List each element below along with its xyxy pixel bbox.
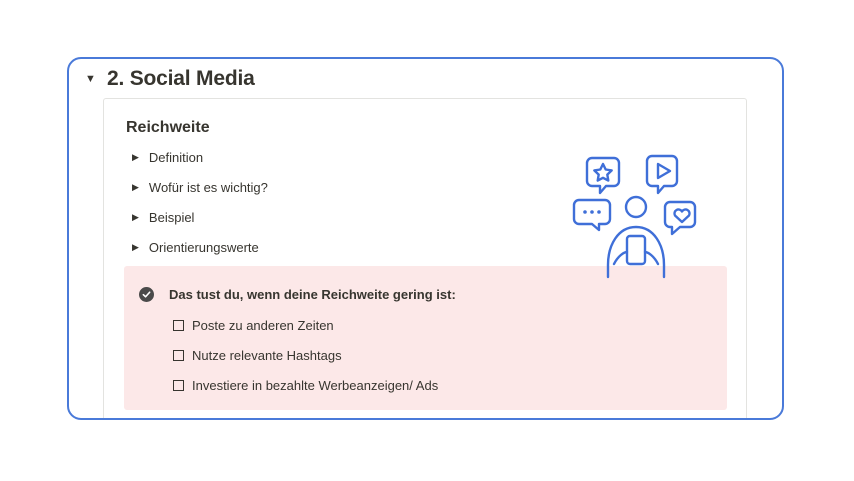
check-circle-icon <box>139 287 154 302</box>
toggle-right-icon[interactable]: ▶ <box>132 182 139 193</box>
todo-item[interactable]: Investiere in bezahlte Werbeanzeigen/ Ad… <box>173 378 438 393</box>
toggle-right-icon[interactable]: ▶ <box>132 152 139 163</box>
toggle-label: Wofür ist es wichtig? <box>148 180 268 195</box>
toggle-right-icon[interactable]: ▶ <box>132 212 139 223</box>
toggle-right-icon[interactable]: ▶ <box>132 242 139 253</box>
toggle-beispiel[interactable]: ▶ Beispiel <box>132 210 194 225</box>
section-title: 2. Social Media <box>107 67 255 90</box>
toggle-orientierungswerte[interactable]: ▶ Orientierungswerte <box>132 240 259 255</box>
todo-item[interactable]: Nutze relevante Hashtags <box>173 348 342 363</box>
todo-label: Nutze relevante Hashtags <box>192 348 342 363</box>
checkbox[interactable] <box>173 350 184 361</box>
toggle-label: Definition <box>148 150 204 165</box>
toggle-wofuer[interactable]: ▶ Wofür ist es wichtig? <box>132 180 268 195</box>
card-heading: Reichweite <box>126 119 210 136</box>
callout-title: Das tust du, wenn deine Reichweite gerin… <box>169 287 456 302</box>
todo-item[interactable]: Poste zu anderen Zeiten <box>173 318 334 333</box>
toggle-label: Beispiel <box>148 210 195 225</box>
toggle-caret-icon[interactable]: ▼ <box>85 73 97 85</box>
callout-box: Das tust du, wenn deine Reichweite gerin… <box>124 266 727 410</box>
section-toggle-header[interactable]: ▼ 2. Social Media <box>85 67 255 91</box>
checkbox[interactable] <box>173 380 184 391</box>
todo-label: Poste zu anderen Zeiten <box>192 318 334 333</box>
checkbox[interactable] <box>173 320 184 331</box>
toggle-definition[interactable]: ▶ Definition <box>132 150 203 165</box>
toggle-label: Orientierungswerte <box>148 240 259 255</box>
social-media-user-icon <box>572 154 697 279</box>
todo-label: Investiere in bezahlte Werbeanzeigen/ Ad… <box>192 378 439 393</box>
